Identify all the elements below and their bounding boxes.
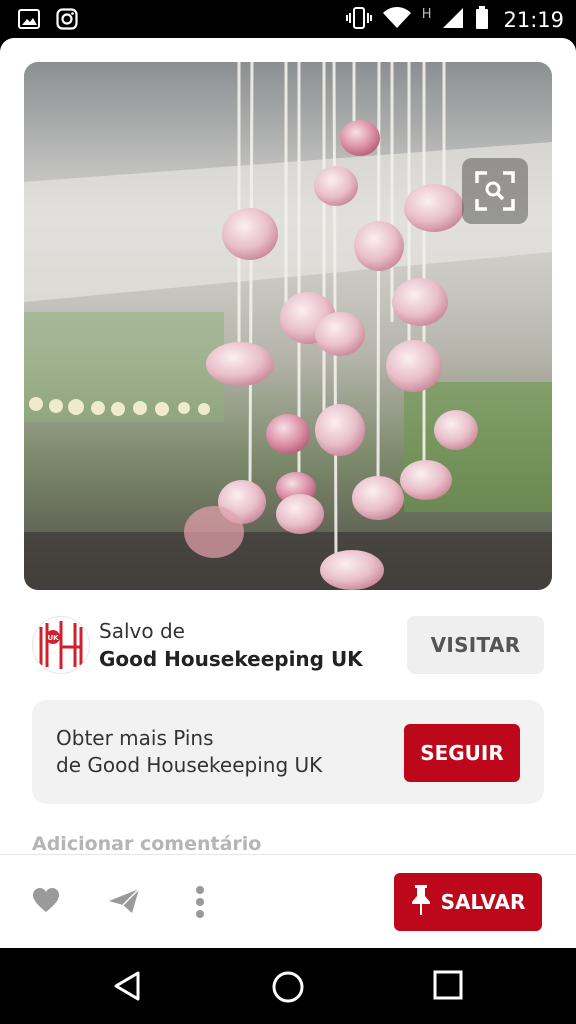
save-button[interactable]: SALVAR xyxy=(394,873,542,931)
send-icon[interactable] xyxy=(108,887,140,919)
recents-icon[interactable] xyxy=(433,970,463,1004)
follow-button[interactable]: SEGUIR xyxy=(404,724,520,782)
instagram-icon xyxy=(56,8,78,34)
saved-from-label: Salvo de xyxy=(99,619,185,643)
vibrate-icon xyxy=(345,6,372,34)
wifi-icon xyxy=(382,6,412,34)
home-icon[interactable] xyxy=(271,970,305,1008)
clock: 21:19 xyxy=(503,8,564,32)
navigation-bar xyxy=(0,948,576,1024)
follow-text-line2: de Good Housekeeping UK xyxy=(56,753,323,777)
signal-icon xyxy=(441,6,465,34)
gallery-icon xyxy=(18,8,40,34)
source-row: UK Salvo de Good Housekeeping UK VISITAR xyxy=(32,616,544,676)
source-name[interactable]: Good Housekeeping UK xyxy=(99,644,363,674)
visual-search-icon xyxy=(475,171,515,211)
visit-button[interactable]: VISITAR xyxy=(407,616,544,674)
avatar[interactable]: UK xyxy=(32,616,90,674)
battery-icon xyxy=(475,6,489,34)
pin-closeup-card: UK Salvo de Good Housekeeping UK VISITAR… xyxy=(0,38,576,948)
follow-text-line1: Obter mais Pins xyxy=(56,726,214,750)
heart-icon[interactable] xyxy=(32,887,60,917)
action-bar: SALVAR xyxy=(0,854,576,948)
save-label: SALVAR xyxy=(440,890,526,914)
back-icon[interactable] xyxy=(112,970,144,1006)
add-comment-field[interactable]: Adicionar comentário xyxy=(32,833,261,855)
more-icon[interactable] xyxy=(194,885,206,923)
pin-icon xyxy=(411,884,431,921)
status-bar: H 21:19 xyxy=(0,0,576,38)
network-type: H xyxy=(421,6,432,22)
pin-image[interactable] xyxy=(24,62,552,590)
visual-search-button[interactable] xyxy=(462,158,528,224)
avatar-badge: UK xyxy=(47,634,59,642)
follow-box: Obter mais Pins de Good Housekeeping UK … xyxy=(32,700,544,804)
